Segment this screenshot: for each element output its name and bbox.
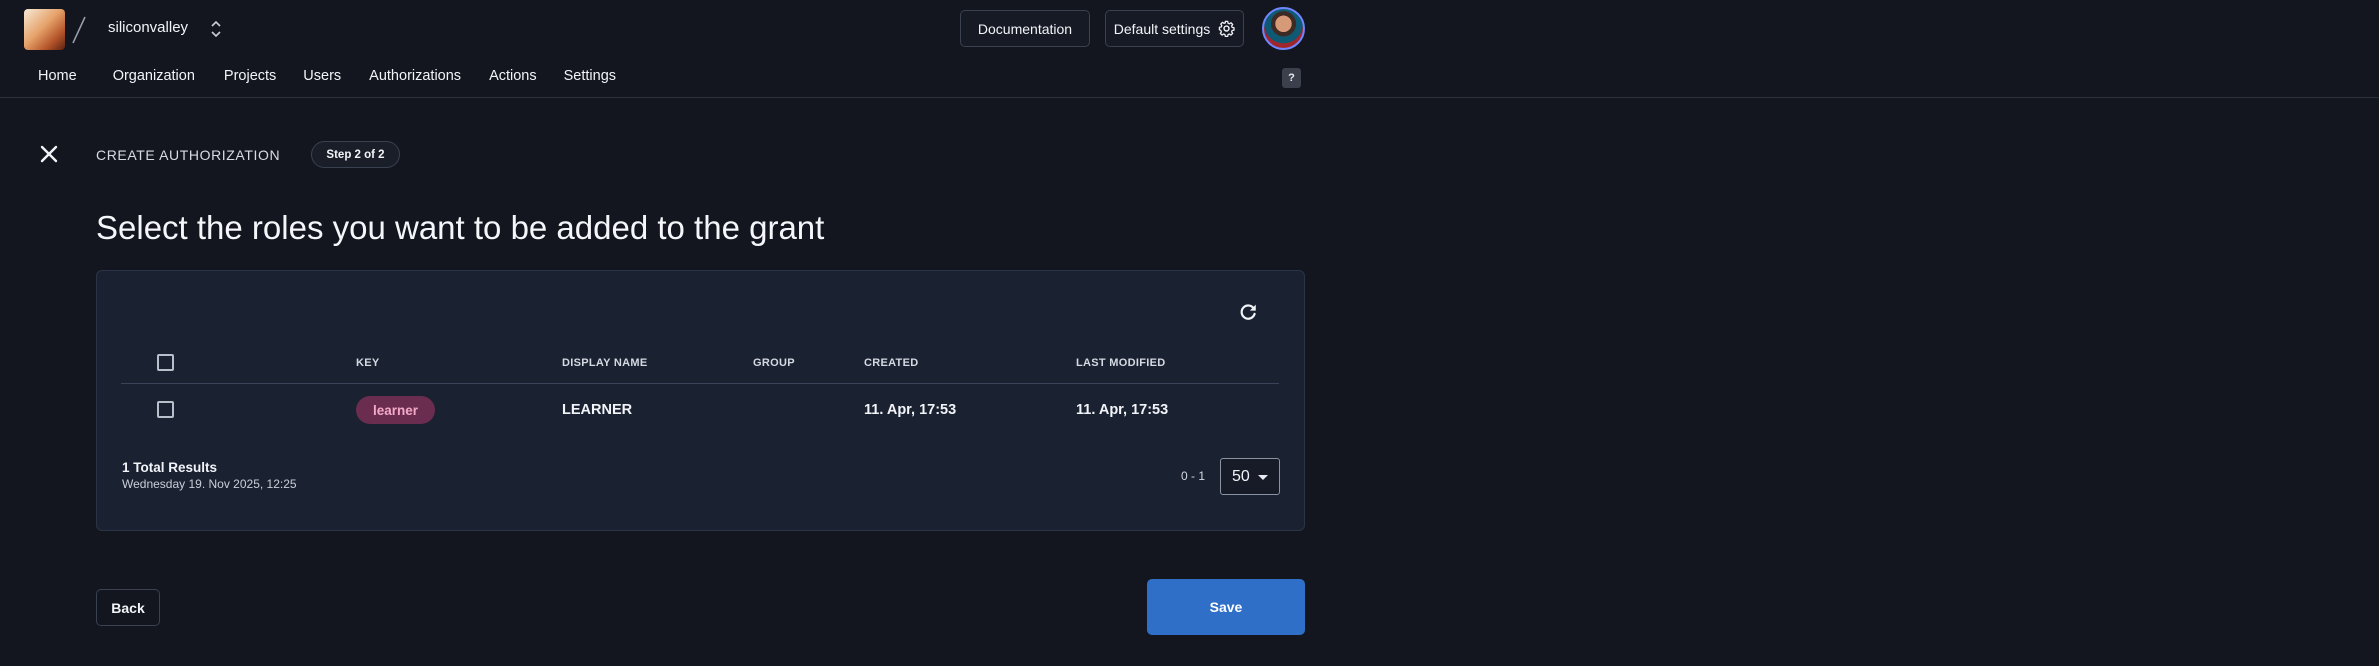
role-created: 11. Apr, 17:53 xyxy=(864,402,957,418)
select-all-checkbox[interactable] xyxy=(157,354,174,371)
table-header-divider xyxy=(121,383,1279,384)
nav-item-projects[interactable]: Projects xyxy=(224,68,276,84)
role-display-name: LEARNER xyxy=(562,402,633,418)
user-avatar[interactable] xyxy=(1262,7,1305,50)
pagination-range: 0 - 1 xyxy=(1181,469,1206,483)
wizard-title: CREATE AUTHORIZATION xyxy=(96,147,281,163)
documentation-button-label: Documentation xyxy=(977,20,1073,37)
column-header-display-name[interactable]: DISPLAY NAME xyxy=(562,357,648,369)
page-size-select[interactable]: 50 xyxy=(1220,458,1280,495)
column-header-created[interactable]: CREATED xyxy=(864,357,918,369)
documentation-button[interactable]: Documentation xyxy=(960,10,1090,47)
step-badge: Step 2 of 2 xyxy=(311,141,400,168)
main-nav: Home Organization Projects Users Authori… xyxy=(38,68,616,84)
role-last-modified: 11. Apr, 17:53 xyxy=(1076,402,1169,418)
default-settings-button[interactable]: Default settings xyxy=(1105,10,1244,47)
gear-icon xyxy=(1219,20,1235,37)
org-name[interactable]: siliconvalley xyxy=(108,19,188,36)
chevron-up-down-icon[interactable] xyxy=(206,16,226,42)
breadcrumb-separator-icon xyxy=(72,16,86,44)
nav-item-home[interactable]: Home xyxy=(38,68,77,84)
chevron-down-icon xyxy=(1258,475,1268,480)
nav-item-authorizations[interactable]: Authorizations xyxy=(369,68,461,84)
close-icon[interactable] xyxy=(38,143,60,165)
refresh-icon[interactable] xyxy=(1237,301,1259,323)
total-results: 1 Total Results xyxy=(122,460,218,475)
nav-item-organization[interactable]: Organization xyxy=(113,68,195,84)
roles-table-card xyxy=(96,270,1305,531)
default-settings-button-label: Default settings xyxy=(1113,20,1211,37)
page-size-value: 50 xyxy=(1232,467,1250,485)
save-button[interactable]: Save xyxy=(1147,579,1305,635)
nav-item-settings[interactable]: Settings xyxy=(564,68,616,84)
row-checkbox[interactable] xyxy=(157,401,174,418)
column-header-key[interactable]: KEY xyxy=(356,357,380,369)
column-header-last-modified[interactable]: LAST MODIFIED xyxy=(1076,357,1165,369)
back-button[interactable]: Back xyxy=(96,589,160,626)
org-logo[interactable] xyxy=(24,9,65,50)
page-title: Select the roles you want to be added to… xyxy=(96,209,825,246)
help-button[interactable]: ? xyxy=(1282,68,1301,88)
nav-item-users[interactable]: Users xyxy=(303,68,341,84)
results-timestamp: Wednesday 19. Nov 2025, 12:25 xyxy=(122,477,297,491)
role-key-chip: learner xyxy=(356,396,435,424)
nav-item-actions[interactable]: Actions xyxy=(489,68,537,84)
column-header-group[interactable]: GROUP xyxy=(753,357,795,369)
header-divider xyxy=(0,97,2379,98)
